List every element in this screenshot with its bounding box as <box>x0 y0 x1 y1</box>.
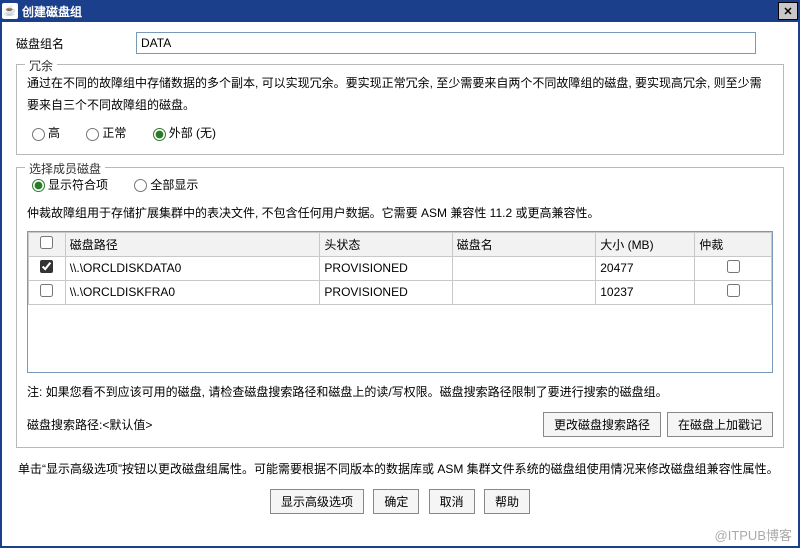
col-size[interactable]: 大小 (MB) <box>596 232 695 256</box>
redundancy-normal-label: 正常 <box>102 124 126 141</box>
bottom-note: 单击“显示高级选项”按钮以更改磁盘组属性。可能需要根据不同版本的数据库或 ASM… <box>18 460 782 479</box>
java-icon: ☕ <box>2 3 18 19</box>
row-checkbox[interactable] <box>40 284 53 297</box>
cell-path: \\.\ORCLDISKFRA0 <box>65 280 320 304</box>
members-fieldset: 选择成员磁盘 显示符合项 全部显示 仲裁故障组用于存储扩展集群中的表决文件, 不… <box>16 167 784 448</box>
window-title: 创建磁盘组 <box>22 3 778 20</box>
stamp-disks-button[interactable]: 在磁盘上加戳记 <box>667 412 773 437</box>
cancel-button[interactable]: 取消 <box>429 489 475 514</box>
watermark: @ITPUB博客 <box>715 525 792 544</box>
row-checkbox[interactable] <box>40 260 53 273</box>
cell-name <box>452 256 595 280</box>
quorum-desc: 仲裁故障组用于存储扩展集群中的表决文件, 不包含任何用户数据。它需要 ASM 兼… <box>27 203 773 225</box>
col-name[interactable]: 磁盘名 <box>452 232 595 256</box>
disk-group-name-label: 磁盘组名 <box>16 35 136 52</box>
help-button[interactable]: 帮助 <box>484 489 530 514</box>
col-header[interactable]: 头状态 <box>320 232 452 256</box>
members-legend: 选择成员磁盘 <box>25 160 105 177</box>
redundancy-external-label: 外部 (无) <box>169 124 216 141</box>
discovery-path-label: 磁盘搜索路径:<默认值> <box>27 416 152 433</box>
col-quorum[interactable]: 仲裁 <box>695 232 772 256</box>
change-discovery-path-button[interactable]: 更改磁盘搜索路径 <box>543 412 661 437</box>
ok-button[interactable]: 确定 <box>373 489 419 514</box>
redundancy-legend: 冗余 <box>25 57 57 74</box>
cell-header: PROVISIONED <box>320 280 452 304</box>
show-eligible[interactable]: 显示符合项 <box>27 176 108 193</box>
disk-table: 磁盘路径 头状态 磁盘名 大小 (MB) 仲裁 \\.\ORCLDISKDATA… <box>27 231 773 373</box>
cell-size: 10237 <box>596 280 695 304</box>
table-row[interactable]: \\.\ORCLDISKDATA0 PROVISIONED 20477 <box>29 256 772 280</box>
row-quorum-checkbox[interactable] <box>727 260 740 273</box>
redundancy-fieldset: 冗余 通过在不同的故障组中存储数据的多个副本, 可以实现冗余。要实现正常冗余, … <box>16 64 784 155</box>
show-all-label: 全部显示 <box>150 176 198 193</box>
col-path[interactable]: 磁盘路径 <box>65 232 320 256</box>
disk-group-name-input[interactable] <box>136 32 756 54</box>
select-all-checkbox[interactable] <box>40 236 53 249</box>
table-row[interactable]: \\.\ORCLDISKFRA0 PROVISIONED 10237 <box>29 280 772 304</box>
redundancy-high[interactable]: 高 <box>27 124 60 141</box>
advanced-options-button[interactable]: 显示高级选项 <box>270 489 364 514</box>
redundancy-external[interactable]: 外部 (无) <box>148 124 216 141</box>
close-button[interactable]: ✕ <box>778 2 798 20</box>
cell-header: PROVISIONED <box>320 256 452 280</box>
row-quorum-checkbox[interactable] <box>727 284 740 297</box>
cell-path: \\.\ORCLDISKDATA0 <box>65 256 320 280</box>
members-note: 注: 如果您看不到应该可用的磁盘, 请检查磁盘搜索路径和磁盘上的读/写权限。磁盘… <box>27 383 773 402</box>
show-eligible-label: 显示符合项 <box>48 176 108 193</box>
redundancy-desc: 通过在不同的故障组中存储数据的多个副本, 可以实现冗余。要实现正常冗余, 至少需… <box>27 73 773 116</box>
redundancy-high-label: 高 <box>48 124 60 141</box>
show-all[interactable]: 全部显示 <box>129 176 198 193</box>
redundancy-normal[interactable]: 正常 <box>81 124 126 141</box>
table-header-row: 磁盘路径 头状态 磁盘名 大小 (MB) 仲裁 <box>29 232 772 256</box>
cell-name <box>452 280 595 304</box>
titlebar: ☕ 创建磁盘组 ✕ <box>0 0 800 22</box>
cell-size: 20477 <box>596 256 695 280</box>
